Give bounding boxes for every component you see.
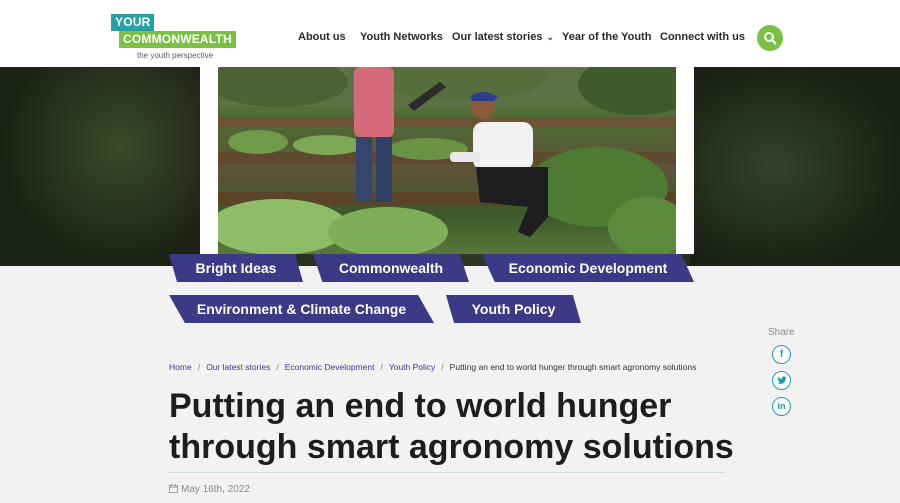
logo-line2: COMMONWEALTH (119, 31, 236, 48)
publish-date: May 16th, 2022 (169, 484, 250, 495)
breadcrumb-separator: / (380, 362, 383, 372)
publish-date-text: May 16th, 2022 (181, 484, 250, 495)
breadcrumb-youth-policy[interactable]: Youth Policy (389, 362, 435, 372)
nav-about-us[interactable]: About us (298, 31, 346, 43)
search-icon (764, 32, 777, 45)
title-divider (169, 472, 725, 473)
hero-image (218, 67, 676, 254)
nav-year-of-youth[interactable]: Year of the Youth (562, 31, 651, 43)
nav-latest-stories[interactable]: Our latest stories ⌄ (452, 31, 554, 43)
hero-bg-right (690, 67, 900, 266)
breadcrumb-current: Putting an end to world hunger through s… (449, 362, 697, 372)
breadcrumb-separator: / (276, 362, 279, 372)
hero-photo-illustration (218, 67, 676, 254)
twitter-icon[interactable] (772, 371, 791, 390)
tag-commonwealth[interactable]: Commonwealth (313, 254, 469, 282)
breadcrumb-latest-stories[interactable]: Our latest stories (206, 362, 270, 372)
breadcrumb: Home / Our latest stories / Economic Develop… (169, 362, 696, 372)
nav-connect[interactable]: Connect with us (660, 31, 745, 43)
page-title: Putting an end to world hunger through s… (169, 386, 749, 468)
chevron-down-icon: ⌄ (546, 32, 555, 42)
breadcrumb-home[interactable]: Home (169, 362, 192, 372)
linkedin-icon[interactable]: in (772, 397, 791, 416)
hero-bg-left (0, 67, 200, 266)
hero-image-frame (200, 67, 694, 254)
facebook-icon[interactable]: f (772, 345, 791, 364)
share-label: Share (768, 327, 795, 338)
search-button[interactable] (757, 25, 783, 51)
tag-youth-policy[interactable]: Youth Policy (446, 295, 581, 323)
page-title-line2: through smart agronomy solutions (169, 428, 734, 466)
tag-economic-development[interactable]: Economic Development (482, 254, 694, 282)
logo-line1: YOUR (111, 14, 155, 31)
nav-youth-networks[interactable]: Youth Networks (360, 31, 443, 43)
tag-environment-climate-change[interactable]: Environment & Climate Change (169, 295, 434, 323)
page-title-line1: Putting an end to world hunger (169, 387, 672, 425)
nav-latest-stories-label: Our latest stories (452, 31, 543, 43)
site-header: YOUR COMMONWEALTH the youth perspective … (0, 0, 900, 67)
breadcrumb-separator: / (441, 362, 444, 372)
breadcrumb-separator: / (197, 362, 201, 372)
calendar-icon (169, 484, 178, 493)
logo-tagline: the youth perspective (137, 51, 214, 60)
logo[interactable]: YOUR COMMONWEALTH the youth perspective (111, 14, 241, 62)
breadcrumb-economic-development[interactable]: Economic Development (285, 362, 375, 372)
tag-bright-ideas[interactable]: Bright Ideas (169, 254, 303, 282)
